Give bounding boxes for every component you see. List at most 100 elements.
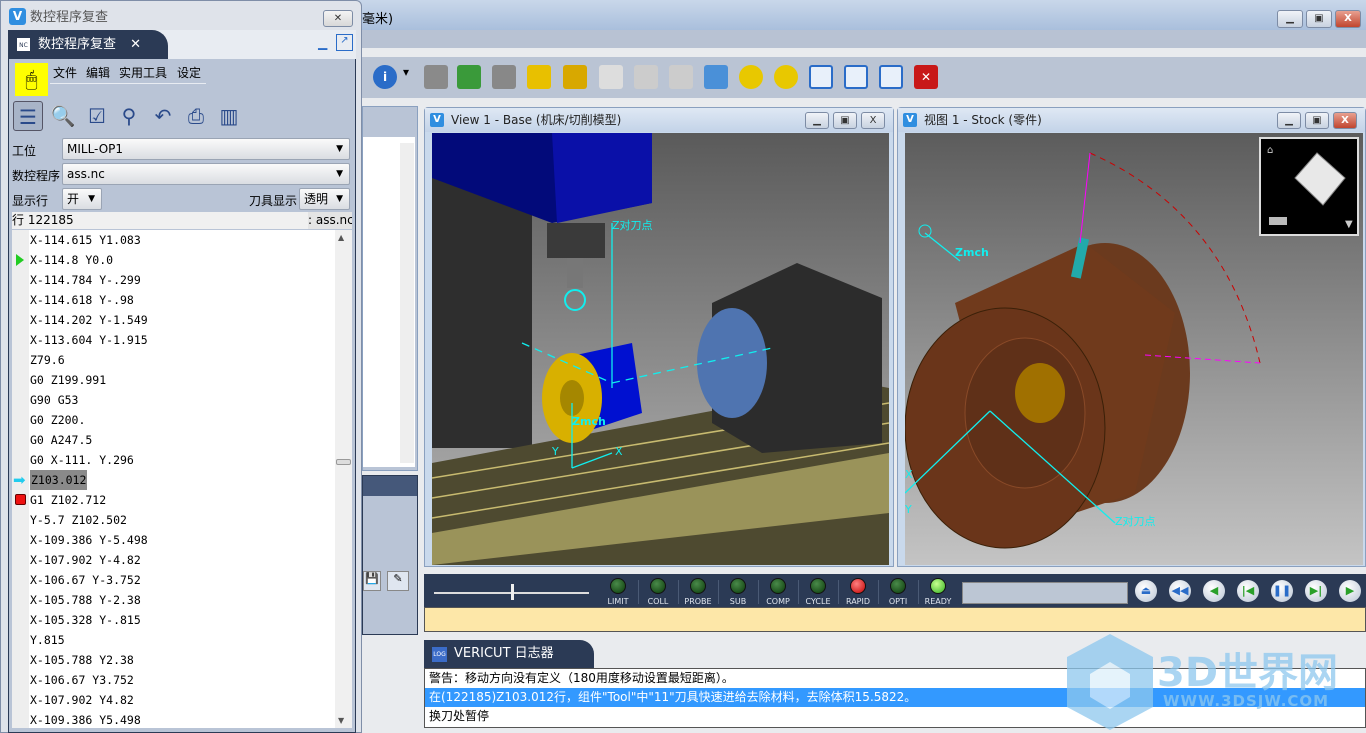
zoom-box-icon[interactable]: [599, 65, 623, 89]
skip-end-button[interactable]: ▶|: [1305, 580, 1327, 602]
rotate-icon[interactable]: [457, 65, 481, 89]
nc-line[interactable]: Y.815: [30, 630, 65, 650]
step-back-button[interactable]: ◀: [1203, 580, 1225, 602]
zoom-in-icon[interactable]: [634, 65, 658, 89]
fit-icon[interactable]: [704, 65, 728, 89]
scroll-up-icon[interactable]: ▲: [338, 233, 344, 242]
view-2-restore-button[interactable]: ▣: [1305, 112, 1329, 129]
tool-display-label: 刀具显示: [249, 194, 298, 208]
nc-line[interactable]: G1 Z102.712: [30, 490, 106, 510]
nc-line[interactable]: X-105.788 Y2.38: [30, 650, 134, 670]
binoculars-icon[interactable]: ⚲: [114, 101, 144, 131]
tool-icon[interactable]: [563, 65, 587, 89]
nc-line[interactable]: X-114.202 Y-1.549: [30, 310, 148, 330]
nc-line[interactable]: X-107.902 Y4.82: [30, 690, 134, 710]
view-2-close-button[interactable]: X: [1333, 112, 1357, 129]
simulation-control-bar: LIMIT COLL PROBE SUB COMP CYCLE RAPID OPTI READY…: [424, 574, 1366, 607]
split-panel-icon[interactable]: ▥: [214, 101, 244, 131]
reset-button[interactable]: ⏏: [1135, 580, 1157, 602]
panel-float-icon[interactable]: ↗: [336, 34, 353, 51]
log-tab[interactable]: LOG VERICUT 日志器: [424, 640, 594, 668]
home-icon[interactable]: ⌂: [1267, 145, 1273, 156]
nc-line[interactable]: G0 A247.5: [30, 430, 92, 450]
undo-icon[interactable]: ↶: [148, 101, 178, 131]
view-2-minimize-button[interactable]: ▁: [1277, 112, 1301, 129]
separator: [758, 580, 759, 604]
nc-line[interactable]: X-113.604 Y-1.915: [30, 330, 148, 350]
scroll-thumb[interactable]: [336, 459, 351, 465]
menu-item-3[interactable]: 设定: [177, 64, 201, 81]
play-button[interactable]: ▶: [1339, 580, 1361, 602]
single-view-icon[interactable]: [809, 65, 833, 89]
close-views-icon[interactable]: ✕: [914, 65, 938, 89]
nc-line[interactable]: X-106.67 Y-3.752: [30, 570, 141, 590]
skip-start-button[interactable]: |◀: [1237, 580, 1259, 602]
speed-slider-thumb[interactable]: [510, 584, 514, 600]
watermark-text: 3D世界网: [1157, 650, 1339, 696]
menu-item-1[interactable]: 编辑: [86, 64, 110, 81]
cube-menu-arrow-icon[interactable]: ▼: [1345, 219, 1353, 230]
view-1-restore-button[interactable]: ▣: [833, 112, 857, 129]
rewind-button[interactable]: ◀◀: [1169, 580, 1191, 602]
nc-line[interactable]: G0 Z199.991: [30, 370, 106, 390]
view-1-minimize-button[interactable]: ▁: [805, 112, 829, 129]
nc-line[interactable]: G90 G53: [30, 390, 78, 410]
menu-item-2[interactable]: 实用工具: [119, 64, 167, 81]
zoom-out-icon[interactable]: [669, 65, 693, 89]
nc-line[interactable]: G0 X-111. Y.296: [30, 450, 134, 470]
save-as-icon[interactable]: ✎: [387, 571, 409, 591]
search-nc-icon[interactable]: 🔍: [48, 101, 78, 131]
nc-line[interactable]: X-106.67 Y3.752: [30, 670, 134, 690]
tool-display-select[interactable]: 透明 ▼: [299, 188, 350, 210]
view-1-viewport[interactable]: Z对刀点 Zmch X Y: [432, 133, 889, 565]
view-cube[interactable]: ⌂ ▼: [1259, 137, 1359, 236]
color-icon[interactable]: [527, 65, 551, 89]
nc-line[interactable]: Z103.012: [30, 470, 88, 490]
nc-line[interactable]: X-114.784 Y-.299: [30, 270, 141, 290]
pan-hand-icon[interactable]: [424, 65, 448, 89]
menu-item-0[interactable]: 文件: [53, 64, 77, 81]
view-2-viewport[interactable]: Zmch Z对刀点 X Y ⌂ ▼: [905, 133, 1363, 565]
step-list-icon[interactable]: ☰: [13, 101, 43, 131]
nc-line[interactable]: X-114.8 Y0.0: [30, 250, 113, 270]
view-2-title: 视图 1 - Stock (零件): [924, 113, 1042, 127]
sphere-icon[interactable]: [739, 65, 763, 89]
nc-line[interactable]: X-107.902 Y-4.82: [30, 550, 141, 570]
cube-option-icon[interactable]: [1269, 217, 1287, 225]
nc-line[interactable]: X-114.618 Y-.98: [30, 290, 134, 310]
panel-minimize-icon[interactable]: ▁: [318, 36, 327, 50]
tab-close-icon[interactable]: ✕: [130, 37, 141, 52]
dialog-close-button[interactable]: ✕: [323, 10, 353, 27]
measure-icon[interactable]: [492, 65, 516, 89]
split-vertical-icon[interactable]: [844, 65, 868, 89]
tab-nc-review[interactable]: NC 数控程序复查 ✕: [8, 30, 168, 59]
nc-line[interactable]: X-109.386 Y5.498: [30, 710, 141, 730]
main-restore-button[interactable]: ▣: [1306, 10, 1332, 28]
scroll-down-icon[interactable]: ▼: [338, 716, 344, 725]
chevron-down-icon: ▼: [336, 194, 343, 204]
main-close-button[interactable]: X: [1335, 10, 1361, 28]
view-1-close-button[interactable]: X: [861, 112, 885, 129]
show-lines-select[interactable]: 开 ▼: [62, 188, 102, 210]
nc-line[interactable]: X-105.788 Y-2.38: [30, 590, 141, 610]
info-icon[interactable]: i: [373, 65, 397, 89]
mouse-icon[interactable]: 🖱: [15, 63, 48, 96]
nc-line[interactable]: Y-5.7 Z102.502: [30, 510, 127, 530]
nc-list-scrollbar[interactable]: ▲ ▼: [335, 230, 352, 728]
nc-line[interactable]: X-109.386 Y-5.498: [30, 530, 148, 550]
check-nc-icon[interactable]: ☑: [82, 101, 112, 131]
split-horizontal-icon[interactable]: [879, 65, 903, 89]
refresh-icon[interactable]: [774, 65, 798, 89]
pause-button[interactable]: ❚❚: [1271, 580, 1293, 602]
nc-line[interactable]: X-114.615 Y1.083: [30, 230, 141, 250]
main-minimize-button[interactable]: ▁: [1277, 10, 1303, 28]
save-icon[interactable]: 💾: [363, 571, 381, 591]
setup-select[interactable]: MILL-OP1 ▼: [62, 138, 350, 160]
program-select[interactable]: ass.nc ▼: [62, 163, 350, 185]
hidden-panel-scrollbar[interactable]: [400, 143, 414, 463]
dropdown-arrow-icon[interactable]: ▾: [403, 65, 413, 89]
print-icon[interactable]: ⎙: [181, 101, 211, 131]
nc-line[interactable]: Z79.6: [30, 350, 65, 370]
nc-line[interactable]: G0 Z200.: [30, 410, 85, 430]
nc-line[interactable]: X-105.328 Y-.815: [30, 610, 141, 630]
